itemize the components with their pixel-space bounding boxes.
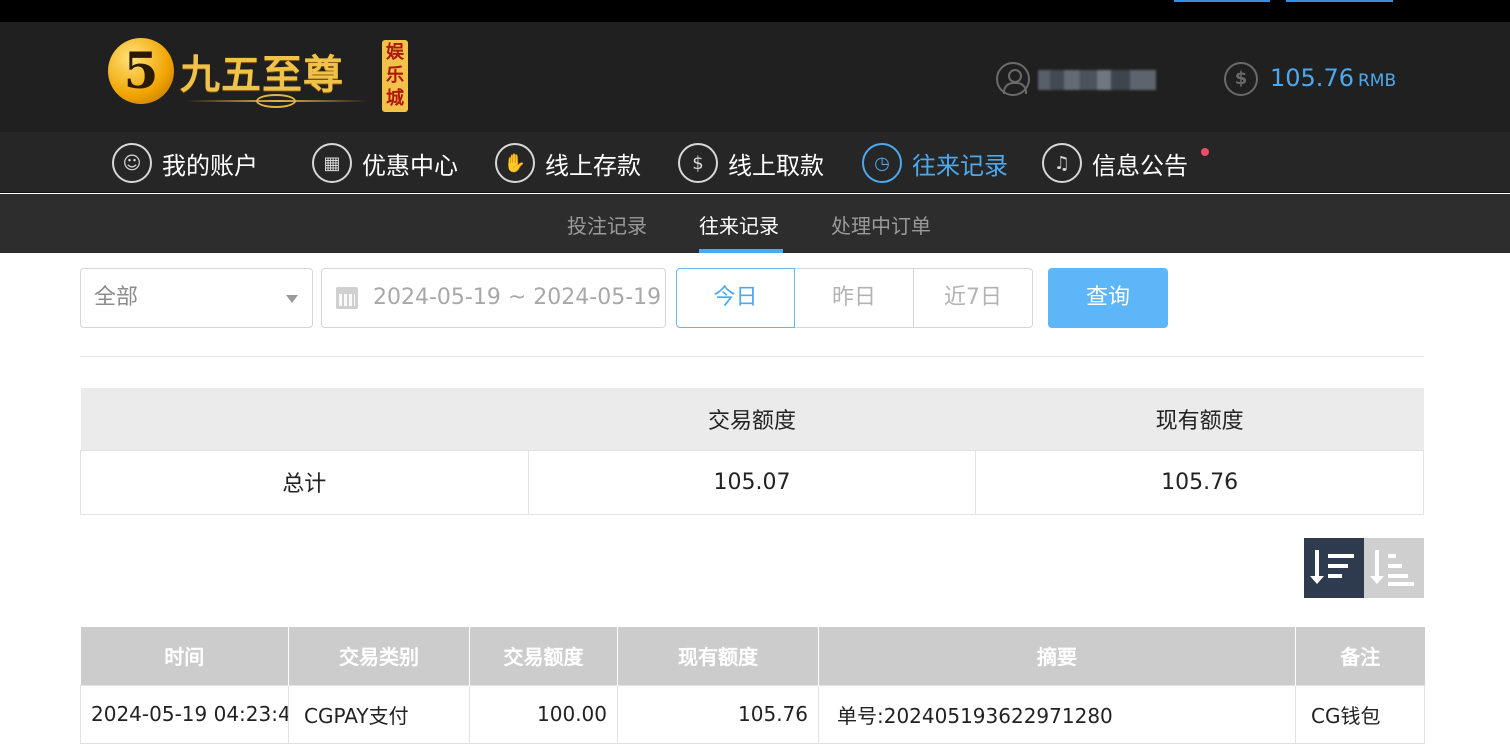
subnav-bet-records[interactable]: 投注记录 <box>567 210 647 239</box>
sort-line <box>1388 564 1402 568</box>
chevron-down-icon <box>286 295 298 303</box>
records-icon: ◷ <box>862 143 902 183</box>
cell-type: CGPAY支付 <box>288 684 470 744</box>
user-icon: ☺ <box>112 143 152 183</box>
sub-nav: 投注记录 往来记录 处理中订单 <box>0 194 1510 253</box>
account-balance: 105.76 RMB <box>1270 64 1396 92</box>
cell-note: CG钱包 <box>1295 684 1425 744</box>
nav-withdraw[interactable]: $ 线上取款 <box>678 142 824 184</box>
nav-announcements[interactable]: ♫ 信息公告 <box>1042 142 1188 184</box>
col-header-amount[interactable]: 交易额度 <box>469 627 618 685</box>
table-row[interactable]: 2024-05-19 04:23:49 CGPAY支付 100.00 105.7… <box>80 684 1425 744</box>
sort-desc-icon <box>1310 550 1324 584</box>
gift-icon: ▦ <box>312 143 352 183</box>
balance-amount: 105.76 <box>1270 64 1354 92</box>
sort-ascending-button[interactable] <box>1364 538 1424 598</box>
top-link-underline <box>1174 0 1270 2</box>
records-header-row: 时间 交易类别 交易额度 现有额度 摘要 备注 <box>80 627 1425 685</box>
cell-amount: 100.00 <box>469 684 618 744</box>
summary-row: 总计 105.07 105.76 <box>80 449 1424 515</box>
summary-total-label: 总计 <box>80 449 529 515</box>
nav-label: 信息公告 <box>1092 151 1188 180</box>
nav-label: 线上存款 <box>545 151 641 180</box>
quick-date-7days[interactable]: 近7日 <box>914 268 1033 328</box>
sort-descending-button[interactable] <box>1304 538 1364 598</box>
active-tab-indicator <box>699 249 783 253</box>
withdraw-icon: $ <box>678 143 718 183</box>
bell-icon: ♫ <box>1042 143 1082 183</box>
col-header-time[interactable]: 时间 <box>80 627 289 685</box>
username-redacted[interactable] <box>1038 70 1156 90</box>
currency-icon: $ <box>1224 62 1258 96</box>
col-header-summary[interactable]: 摘要 <box>818 627 1296 685</box>
brand-name: 九五至尊 <box>180 51 344 98</box>
col-header-type[interactable]: 交易类别 <box>288 627 470 685</box>
balance-currency: RMB <box>1357 71 1397 91</box>
notification-dot <box>1201 148 1209 156</box>
top-link-underline <box>1286 0 1393 2</box>
brand-logo[interactable]: 5 九五至尊 娱乐城 <box>108 38 408 118</box>
subnav-pending-orders[interactable]: 处理中订单 <box>831 210 931 239</box>
logo-mark: 5 <box>108 38 174 104</box>
nav-my-account[interactable]: ☺ 我的账户 <box>112 142 258 184</box>
cell-summary: 单号:202405193622971280 <box>818 684 1296 744</box>
user-icon[interactable] <box>996 62 1030 96</box>
brand-badge: 娱乐城 <box>382 40 408 112</box>
date-range-value: 2024-05-19 ~ 2024-05-19 <box>373 285 662 310</box>
sort-line <box>1328 574 1342 578</box>
cell-time: 2024-05-19 04:23:49 <box>80 684 289 744</box>
quick-date-group: 今日 昨日 近7日 <box>676 268 1033 328</box>
summary-transaction-amount: 105.07 <box>527 449 977 515</box>
sort-line <box>1388 554 1396 558</box>
nav-records[interactable]: ◷ 往来记录 <box>862 142 1008 184</box>
subnav-transaction-records[interactable]: 往来记录 <box>699 210 779 239</box>
divider <box>80 356 1424 357</box>
summary-header-current: 现有额度 <box>975 388 1424 450</box>
summary-table: 交易额度 现有额度 总计 105.07 105.76 <box>80 388 1424 515</box>
summary-current-amount: 105.76 <box>975 449 1424 515</box>
cell-balance: 105.76 <box>617 684 819 744</box>
nav-label: 线上取款 <box>728 151 824 180</box>
sort-line <box>1388 574 1408 578</box>
summary-header-empty <box>80 388 529 450</box>
sort-line <box>1388 582 1414 586</box>
top-strip <box>0 0 1510 22</box>
nav-deposit[interactable]: ✋ 线上存款 <box>495 142 641 184</box>
nav-promotions[interactable]: ▦ 优惠中心 <box>312 142 458 184</box>
quick-date-today[interactable]: 今日 <box>676 268 795 328</box>
brand-badge-text: 娱乐城 <box>386 42 404 109</box>
col-header-note[interactable]: 备注 <box>1295 627 1425 685</box>
calendar-icon <box>336 287 358 309</box>
type-select-value: 全部 <box>94 285 139 310</box>
sort-asc-icon <box>1370 550 1384 584</box>
nav-label: 优惠中心 <box>362 151 458 180</box>
deposit-icon: ✋ <box>495 143 535 183</box>
nav-label: 我的账户 <box>162 151 258 180</box>
col-header-balance[interactable]: 现有额度 <box>617 627 819 685</box>
sort-line <box>1328 554 1354 558</box>
logo-ornament <box>256 94 296 108</box>
main-nav: ☺ 我的账户 ▦ 优惠中心 ✋ 线上存款 $ 线上取款 ◷ 往来记录 ♫ 信息公… <box>0 132 1510 193</box>
sort-line <box>1328 564 1348 568</box>
summary-header-transaction: 交易额度 <box>528 388 976 450</box>
records-table: 时间 交易类别 交易额度 现有额度 摘要 备注 2024-05-19 04:23… <box>80 627 1425 744</box>
type-select[interactable]: 全部 <box>80 268 313 328</box>
site-header: 5 九五至尊 娱乐城 $ 105.76 RMB <box>0 22 1510 132</box>
nav-label: 往来记录 <box>912 151 1008 180</box>
quick-date-yesterday[interactable]: 昨日 <box>795 268 914 328</box>
date-range-input[interactable]: 2024-05-19 ~ 2024-05-19 <box>321 268 666 328</box>
query-button[interactable]: 查询 <box>1048 268 1168 328</box>
